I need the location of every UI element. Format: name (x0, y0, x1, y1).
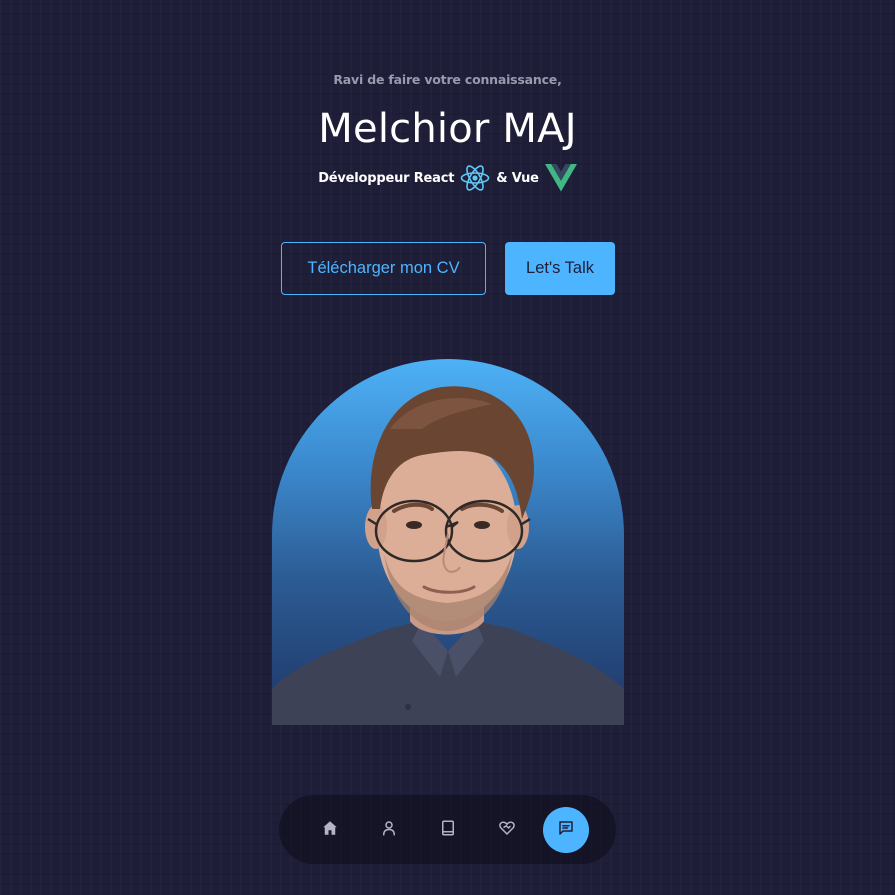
book-icon (439, 819, 457, 841)
role-suffix: & Vue (496, 170, 539, 186)
role-prefix: Développeur React (318, 170, 455, 186)
download-cv-button[interactable]: Télécharger mon CV (281, 242, 486, 295)
react-icon (460, 164, 490, 192)
home-icon (321, 819, 339, 841)
heart-handshake-icon (498, 819, 516, 841)
page-title: Melchior MAJ (318, 106, 577, 152)
profile-photo (272, 359, 624, 725)
nav-about[interactable] (366, 807, 412, 853)
vue-icon (544, 164, 577, 192)
greeting-text: Ravi de faire votre connaissance, (333, 72, 562, 87)
nav-experience[interactable] (425, 807, 471, 853)
nav-services[interactable] (484, 807, 530, 853)
role-line: Développeur React & Vue (0, 164, 895, 192)
message-icon (557, 819, 575, 841)
bottom-nav (279, 795, 616, 864)
lets-talk-button[interactable]: Let's Talk (505, 242, 615, 295)
nav-home[interactable] (307, 807, 353, 853)
nav-contact[interactable] (542, 806, 589, 853)
user-icon (380, 819, 398, 841)
